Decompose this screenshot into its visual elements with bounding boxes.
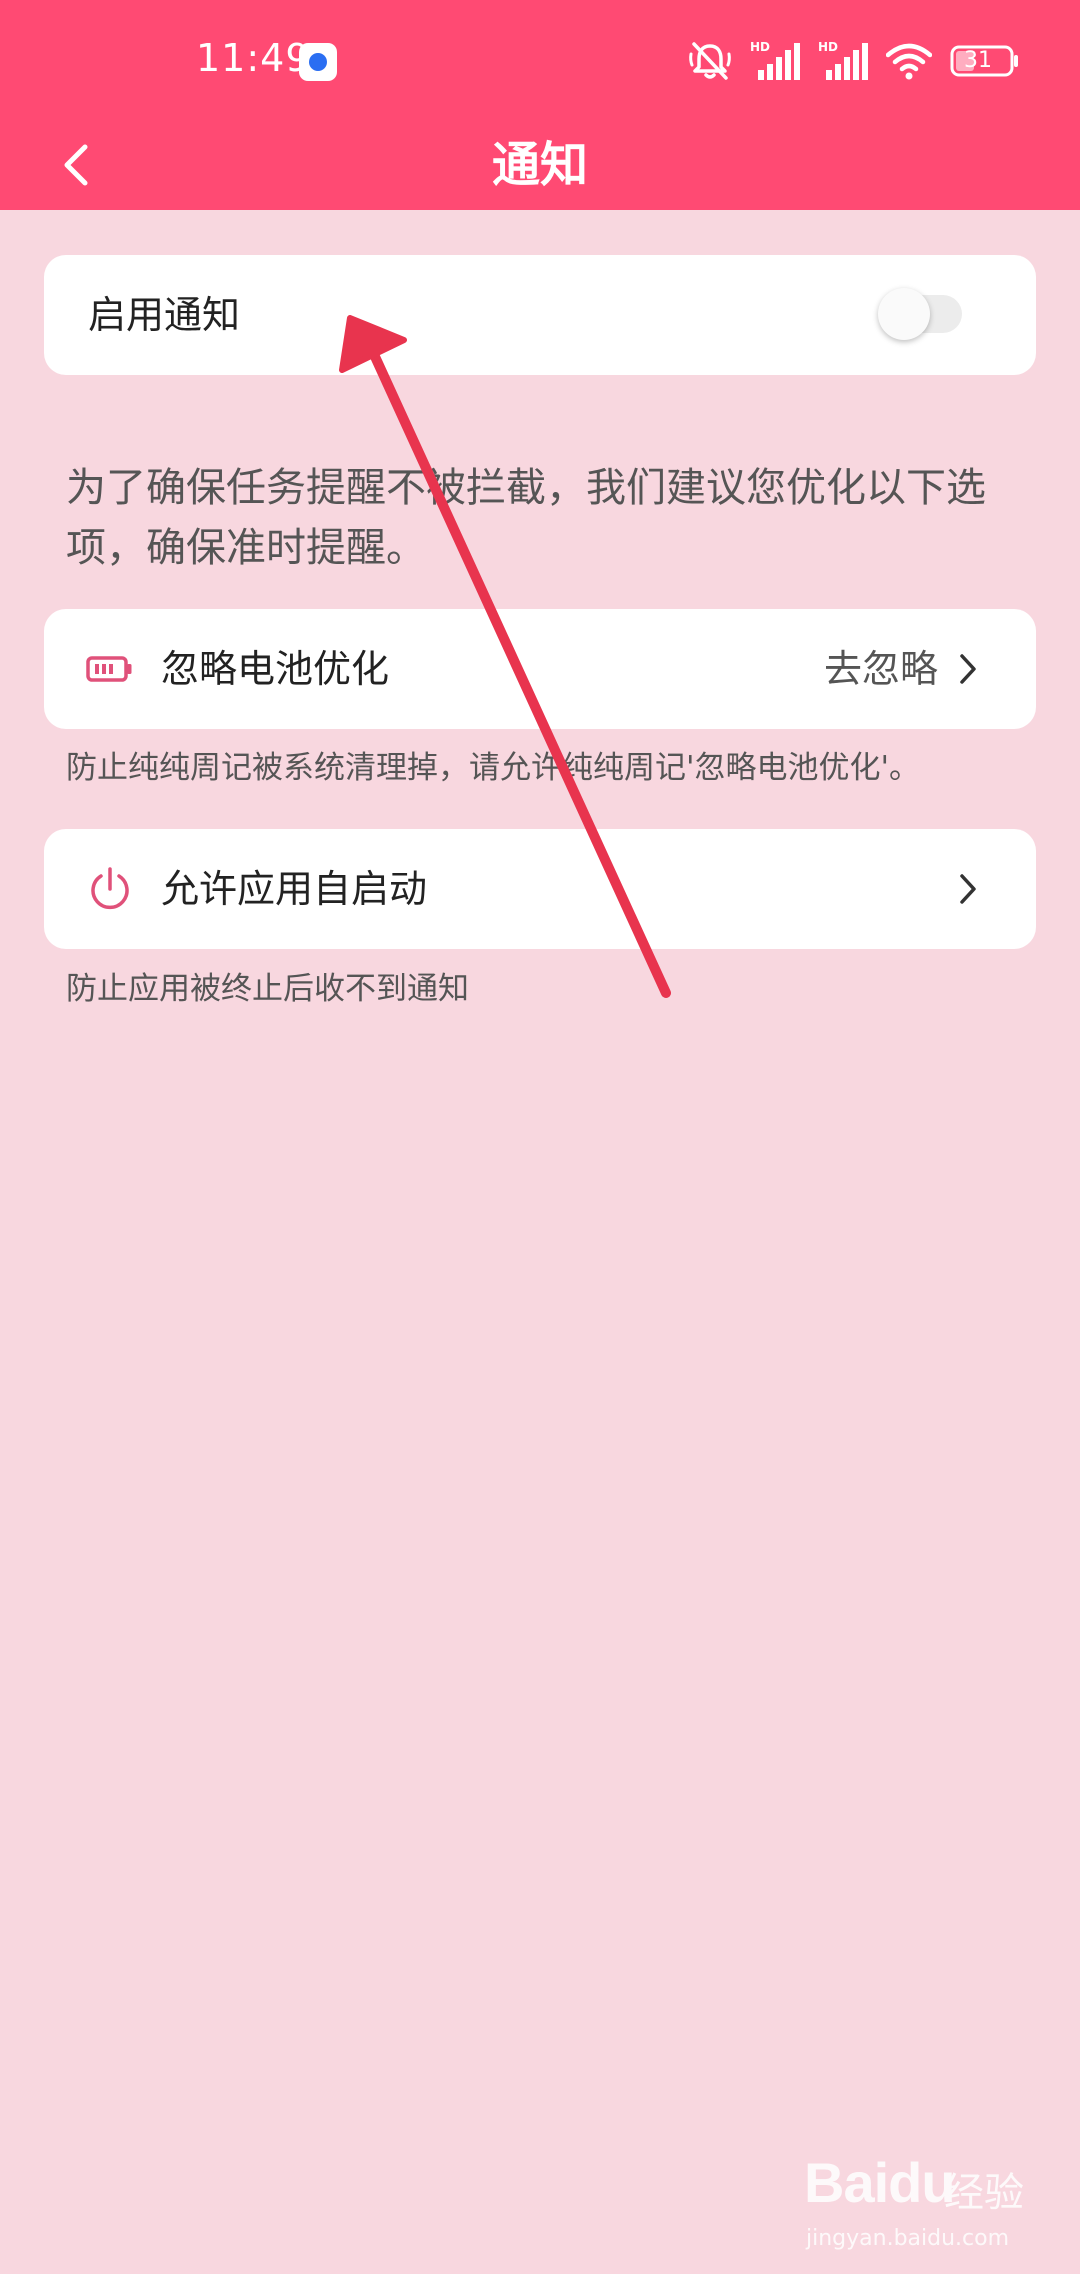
status-icons: HD HD 31	[688, 36, 1020, 86]
battery-status: 31	[950, 44, 1020, 78]
page-title: 通知	[491, 137, 588, 193]
battery-level: 31	[964, 48, 992, 73]
ignore-battery-action[interactable]: 去忽略	[824, 609, 938, 729]
watermark-url: jingyan.baidu.com	[806, 2226, 1010, 2251]
enable-notifications-label: 启用通知	[88, 293, 241, 337]
signal-hd-icon: HD	[750, 40, 800, 80]
status-bar: 11:49 HD HD 31	[0, 0, 1080, 120]
notification-settings-screen: 11:49 HD HD 31 通知 启用通知 为了确保任务提醒不被拦截，我们建议…	[0, 0, 1080, 2274]
watermark-product: 经验	[944, 2170, 1024, 2216]
battery-optimization-row[interactable]: 忽略电池优化 去忽略	[44, 609, 1036, 729]
auto-start-label: 允许应用自启动	[161, 867, 428, 911]
chevron-left-icon	[64, 144, 88, 186]
wifi-icon	[886, 43, 932, 80]
signal-hd-icon: HD	[818, 40, 868, 80]
toggle-knob	[878, 288, 930, 340]
app-header: 11:49 HD HD 31 通知	[0, 0, 1080, 210]
auto-start-description: 防止应用被终止后收不到通知	[66, 971, 469, 1007]
svg-text:HD: HD	[818, 40, 838, 54]
svg-text:HD: HD	[750, 40, 770, 54]
chevron-right-icon	[960, 654, 976, 684]
enable-notifications-toggle[interactable]	[878, 288, 962, 340]
enable-notifications-row[interactable]: 启用通知	[44, 255, 1036, 375]
auto-start-row[interactable]: 允许应用自启动	[44, 829, 1036, 949]
battery-optimization-label: 忽略电池优化	[161, 647, 390, 691]
mute-icon	[689, 42, 731, 80]
back-button[interactable]	[36, 125, 116, 205]
app-notification-icon	[299, 43, 337, 81]
status-time: 11:49	[196, 36, 311, 80]
battery-icon	[86, 656, 132, 682]
baidu-jingyan-watermark: Baidu 经验 jingyan.baidu.com	[804, 2150, 1024, 2260]
navigation-bar: 通知	[0, 120, 1080, 210]
chevron-right-icon	[960, 874, 976, 904]
watermark-brand: Baidu	[804, 2151, 956, 2214]
battery-optimization-description: 防止纯纯周记被系统清理掉，请允许纯纯周记'忽略电池优化'。	[66, 750, 921, 786]
power-icon	[91, 867, 129, 910]
optimization-hint: 为了确保任务提醒不被拦截，我们建议您优化以下选项，确保准时提醒。	[66, 465, 986, 571]
